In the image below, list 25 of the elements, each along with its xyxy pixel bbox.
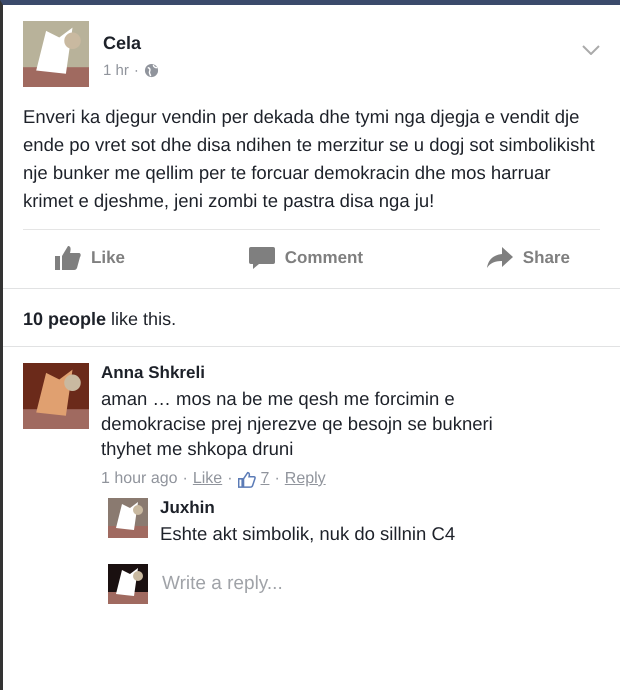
thumbs-up-icon — [238, 470, 256, 488]
comment-button[interactable]: Comment — [248, 242, 364, 274]
commenter-name[interactable]: Anna Shkreli — [101, 363, 501, 383]
author-name[interactable]: Cela — [103, 33, 568, 54]
separator-dot: · — [274, 470, 280, 488]
thumbs-up-icon — [55, 246, 81, 270]
globe-icon — [144, 63, 159, 78]
speech-bubble-icon — [248, 246, 275, 270]
comment-time: 1 hour ago — [101, 470, 178, 488]
share-arrow-icon — [486, 247, 513, 269]
separator-dot: · — [227, 470, 233, 488]
like-button[interactable]: Like — [55, 242, 126, 274]
like-link[interactable]: Like — [192, 470, 222, 488]
post-time[interactable]: 1 hr — [103, 62, 129, 79]
comment-text: aman … mos na be me qesh me forcimin e demokracise prej njerezve qe besojn se bukneri thyhet me shkopa druni — [101, 387, 494, 461]
likes-summary[interactable]: 10 people like this. — [3, 289, 620, 347]
separator-dot: · — [134, 62, 139, 79]
reply-link[interactable]: Reply — [284, 470, 326, 488]
reactions-count[interactable]: 7 — [260, 470, 270, 488]
share-button[interactable]: Share — [486, 242, 570, 274]
reply-author-name[interactable]: Juxhin — [160, 498, 456, 518]
reply-text: Eshte akt simbolik, nuk do sillnin C4 — [160, 522, 456, 546]
separator-dot: · — [182, 470, 188, 488]
post-text: Enveri ka djegur vendin per dekada dhe tymi nga djegja e vendit dje ende po vret sot dhe disa ndihen te merzitur se u dogj sot simbolikisht nje bunker me qellim per te forcuar demokracin dhe mos harruar krimet e djeshme, jeni zombi te pastra disa nga ju! — [23, 103, 600, 230]
chevron-down-icon[interactable] — [582, 45, 600, 55]
